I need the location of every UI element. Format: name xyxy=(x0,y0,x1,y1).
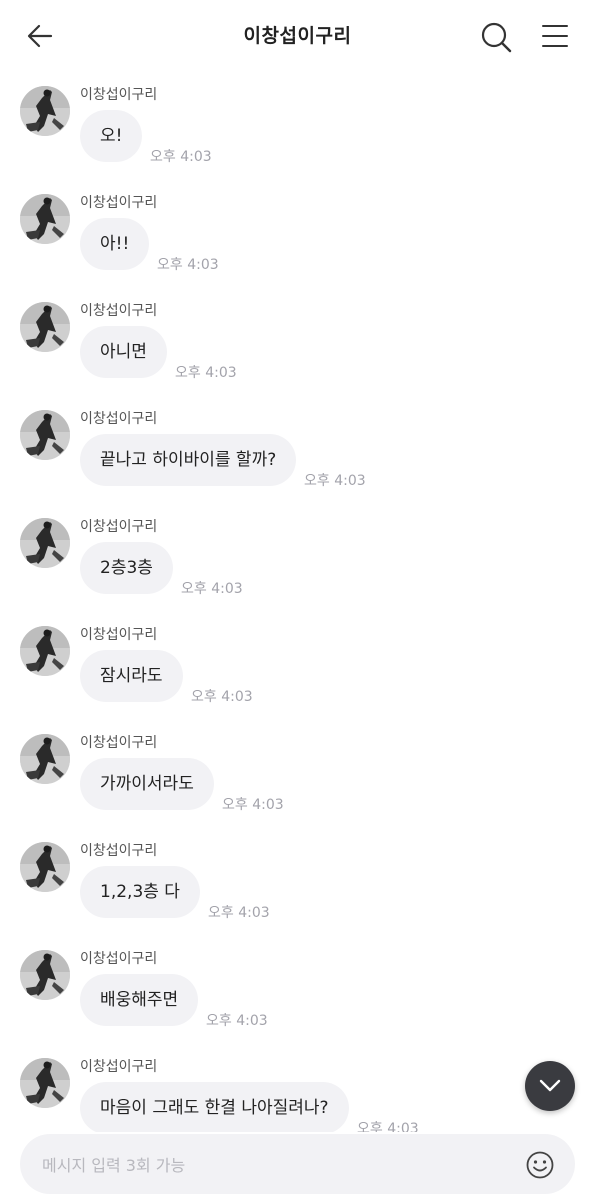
message-row: 이창섭이구리아니면오후 4:03 xyxy=(0,286,595,386)
message-time: 오후 4:03 xyxy=(175,365,237,381)
avatar[interactable] xyxy=(20,518,70,568)
avatar-photo xyxy=(20,734,70,784)
emoji-button[interactable] xyxy=(525,1150,555,1180)
message-bubble[interactable]: 오! xyxy=(80,110,143,162)
avatar[interactable] xyxy=(20,1058,70,1108)
sender-name: 이창섭이구리 xyxy=(80,411,158,427)
avatar[interactable] xyxy=(20,734,70,784)
avatar[interactable] xyxy=(20,626,70,676)
avatar-photo xyxy=(20,410,70,460)
hamburger-menu-icon xyxy=(542,25,568,47)
message-bubble[interactable]: 가까이서라도 xyxy=(80,758,214,810)
message-time: 오후 4:03 xyxy=(357,1121,419,1132)
chevron-down-icon xyxy=(539,1079,561,1092)
message-bubble[interactable]: 아니면 xyxy=(80,326,167,378)
message-row: 이창섭이구리마음이 그래도 한결 나아질려나? 오후 4:03 xyxy=(0,1042,595,1132)
avatar[interactable] xyxy=(20,950,70,1000)
message-bubble[interactable]: 잠시라도 xyxy=(80,650,183,702)
message-time: 오후 4:03 xyxy=(222,797,284,813)
sender-name: 이창섭이구리 xyxy=(80,1059,158,1075)
menu-button[interactable] xyxy=(540,22,570,50)
avatar[interactable] xyxy=(20,194,70,244)
message-input-bar xyxy=(20,1134,575,1196)
avatar[interactable] xyxy=(20,86,70,136)
message-time: 오후 4:03 xyxy=(206,1013,268,1029)
message-time: 오후 4:03 xyxy=(157,257,219,273)
sender-name: 이창섭이구리 xyxy=(80,627,158,643)
message-row: 이창섭이구리배웅해주면오후 4:03 xyxy=(0,934,595,1034)
search-icon xyxy=(481,22,512,53)
scroll-to-bottom-button[interactable] xyxy=(525,1061,575,1111)
avatar-photo xyxy=(20,950,70,1000)
sender-name: 이창섭이구리 xyxy=(80,195,158,211)
message-bubble[interactable]: 끝나고 하이바이를 할까? xyxy=(80,434,297,486)
sender-name: 이창섭이구리 xyxy=(80,735,158,751)
message-time: 오후 4:03 xyxy=(181,581,243,597)
message-bubble[interactable]: 아!! xyxy=(80,218,150,270)
message-input[interactable] xyxy=(40,1134,514,1196)
message-row: 이창섭이구리 1,2,3층 다오후 4:03 xyxy=(0,826,595,926)
message-row: 이창섭이구리오! 오후 4:03 xyxy=(0,70,595,170)
avatar-photo xyxy=(20,518,70,568)
smiley-icon xyxy=(526,1151,554,1179)
avatar[interactable] xyxy=(20,302,70,352)
message-time: 오후 4:03 xyxy=(150,149,212,165)
sender-name: 이창섭이구리 xyxy=(80,951,158,967)
sender-name: 이창섭이구리 xyxy=(80,519,158,535)
chat-header: 이창섭이구리 xyxy=(0,0,595,70)
avatar-photo xyxy=(20,842,70,892)
avatar-photo xyxy=(20,626,70,676)
message-bubble[interactable]: 1,2,3층 다 xyxy=(80,866,200,918)
message-row: 이창섭이구리잠시라도오후 4:03 xyxy=(0,610,595,710)
sender-name: 이창섭이구리 xyxy=(80,87,158,103)
avatar-photo xyxy=(20,86,70,136)
message-time: 오후 4:03 xyxy=(191,689,253,705)
avatar[interactable] xyxy=(20,842,70,892)
search-button[interactable] xyxy=(479,20,513,54)
avatar-photo xyxy=(20,302,70,352)
message-row: 이창섭이구리가까이서라도오후 4:03 xyxy=(0,718,595,818)
sender-name: 이창섭이구리 xyxy=(80,303,158,319)
message-row: 이창섭이구리 2층3층오후 4:03 xyxy=(0,502,595,602)
avatar-photo xyxy=(20,1058,70,1108)
message-time: 오후 4:03 xyxy=(208,905,270,921)
message-time: 오후 4:03 xyxy=(304,473,366,489)
message-bubble[interactable]: 2층3층 xyxy=(80,542,173,594)
message-list[interactable]: 이창섭이구리 오! 오후 4:03 이창섭이구리 아!! 오후 4:03 이창섭이구리 아… xyxy=(0,70,595,1132)
message-bubble[interactable]: 배웅해주면 xyxy=(80,974,199,1026)
sender-name: 이창섭이구리 xyxy=(80,843,158,859)
message-row: 이창섭이구리아!! 오후 4:03 xyxy=(0,178,595,278)
avatar[interactable] xyxy=(20,410,70,460)
avatar-photo xyxy=(20,194,70,244)
message-bubble[interactable]: 마음이 그래도 한결 나아질려나? xyxy=(80,1082,349,1132)
message-row: 이창섭이구리끝나고 하이바이를 할까? 오후 4:03 xyxy=(0,394,595,494)
